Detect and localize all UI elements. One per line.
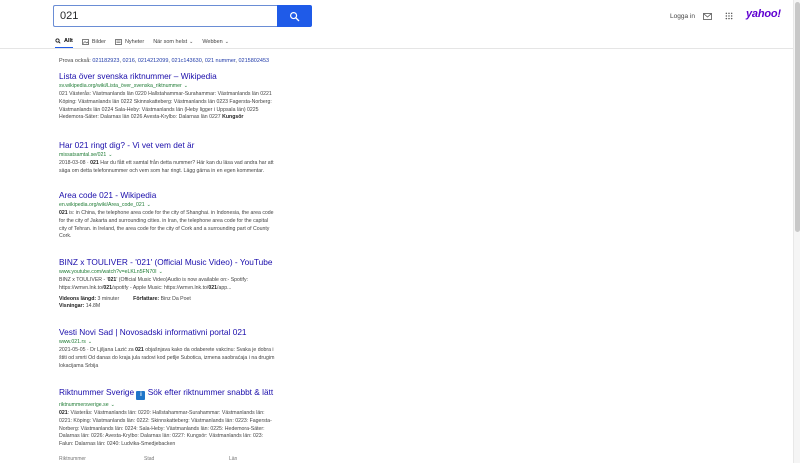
result-url[interactable]: missatsamtal.se/021 ⌄ <box>59 151 314 159</box>
tab-images[interactable]: Bilder <box>82 35 106 49</box>
tab-label: Allt <box>64 38 73 44</box>
result-title-link[interactable]: Area code 021 - Wikipedia <box>59 190 314 200</box>
tab-news[interactable]: Nyheter <box>115 35 144 49</box>
result-snippet: 021: Västerås: Västmanlands län: 0220: H… <box>59 410 272 448</box>
mail-icon[interactable] <box>703 10 712 22</box>
search-result: Lista över svenska riktnummer – Wikipedi… <box>59 71 314 122</box>
tab-all[interactable]: Allt <box>55 35 73 49</box>
result-snippet: BINZ x TOULIVER - '021' (Official Music … <box>59 277 249 291</box>
tab-label: När som helst <box>153 39 188 45</box>
result-snippet: 021 Västerås: Västmanlands län 0220 Hall… <box>59 91 272 121</box>
result-url[interactable]: www.021.rs ⌄ <box>59 338 314 346</box>
also-try-link[interactable]: 021 nummer <box>205 58 236 64</box>
table-header-cell: Riktnummer <box>59 456 86 462</box>
chevron-down-icon[interactable]: ⌄ <box>108 152 112 158</box>
tab-label: Bilder <box>91 39 106 45</box>
tab-web-filter[interactable]: Webben ⌄ <box>202 35 229 49</box>
chevron-down-icon[interactable]: ⌄ <box>159 269 163 275</box>
also-try-label: Prova också: <box>59 58 91 64</box>
chevron-down-icon[interactable]: ⌄ <box>88 339 92 345</box>
tab-time-filter[interactable]: När som helst ⌄ <box>153 35 193 49</box>
also-try-link[interactable]: 0216 <box>123 58 135 64</box>
yahoo-logo[interactable]: yahoo! <box>746 8 781 20</box>
video-author: Författare: Binz Da Poet <box>133 295 191 302</box>
result-title-link[interactable]: Riktnummer Sverige i Sök efter riktnumme… <box>59 387 314 400</box>
search-result: Har 021 ringt dig? - Vi vet vem det är m… <box>59 140 314 176</box>
search-button[interactable] <box>277 5 312 27</box>
chevron-down-icon: ⌄ <box>224 39 229 45</box>
result-snippet: 021 is: in China, the telephone area cod… <box>59 210 274 240</box>
tab-label: Nyheter <box>124 39 145 45</box>
news-icon <box>115 39 122 45</box>
also-try-link[interactable]: 021182923 <box>92 58 119 64</box>
result-url[interactable]: sv.wikipedia.org/wiki/Lista_över_svenska… <box>59 82 314 90</box>
search-result: Area code 021 - Wikipedia en.wikipedia.o… <box>59 190 314 241</box>
result-snippet: 2021-05-05 · Dr Ljiljana Lazić za 021 ob… <box>59 347 275 369</box>
image-icon <box>82 39 89 45</box>
table-header-cell: Län <box>229 456 238 462</box>
also-try: Prova också: 021182923, 0216, 0214212099… <box>59 58 270 64</box>
search-icon <box>55 38 61 44</box>
chevron-down-icon[interactable]: ⌄ <box>147 202 151 208</box>
apps-grid-icon[interactable] <box>725 10 733 22</box>
header: Logga in yahoo! Allt Bilder Nyheter När … <box>0 0 800 50</box>
video-meta: Videons längd: 3 minuter Författare: Bin… <box>59 296 314 304</box>
result-title-link[interactable]: Lista över svenska riktnummer – Wikipedi… <box>59 71 314 81</box>
login-link[interactable]: Logga in <box>670 10 695 22</box>
chevron-down-icon[interactable]: ⌄ <box>184 83 188 89</box>
result-url[interactable]: en.wikipedia.org/wiki/Area_code_021 ⌄ <box>59 201 314 209</box>
search-tabs: Allt Bilder Nyheter När som helst ⌄ Webb… <box>55 35 238 49</box>
search-icon <box>290 11 300 21</box>
also-try-link[interactable]: 0215802453 <box>238 58 269 64</box>
search-result: Riktnummer Sverige i Sök efter riktnumme… <box>59 387 314 449</box>
table-header-cell: Stad <box>144 456 155 462</box>
scrollbar[interactable] <box>793 0 800 463</box>
chevron-down-icon: ⌄ <box>189 39 194 45</box>
video-views: Visningar: 14.8M <box>59 303 101 310</box>
search-result: Vesti Novi Sad | Novosadski informativni… <box>59 327 314 370</box>
search-input[interactable] <box>54 6 278 26</box>
search-box[interactable] <box>53 5 278 27</box>
chevron-down-icon[interactable]: ⌄ <box>111 402 115 408</box>
result-title-link[interactable]: Har 021 ringt dig? - Vi vet vem det är <box>59 140 314 150</box>
also-try-link[interactable]: 021c143630 <box>171 58 201 64</box>
result-snippet: 2018-03-08 · 021 Har du fått ett samtal … <box>59 160 274 174</box>
result-title-link[interactable]: Vesti Novi Sad | Novosadski informativni… <box>59 327 314 337</box>
search-result: BINZ x TOULIVER - '021' (Official Music … <box>59 257 314 311</box>
result-url[interactable]: riktnummersverige.se ⌄ <box>59 401 314 409</box>
scrollbar-thumb[interactable] <box>795 2 800 232</box>
also-try-link[interactable]: 0214212099 <box>138 58 169 64</box>
video-length: Videons längd: 3 minuter <box>59 295 120 302</box>
result-url[interactable]: www.youtube.com/watch?v=eLKLn5FN70I ⌄ <box>59 268 314 276</box>
header-divider <box>0 48 800 49</box>
tab-label: Webben <box>202 39 223 45</box>
result-title-link[interactable]: BINZ x TOULIVER - '021' (Official Music … <box>59 257 314 267</box>
